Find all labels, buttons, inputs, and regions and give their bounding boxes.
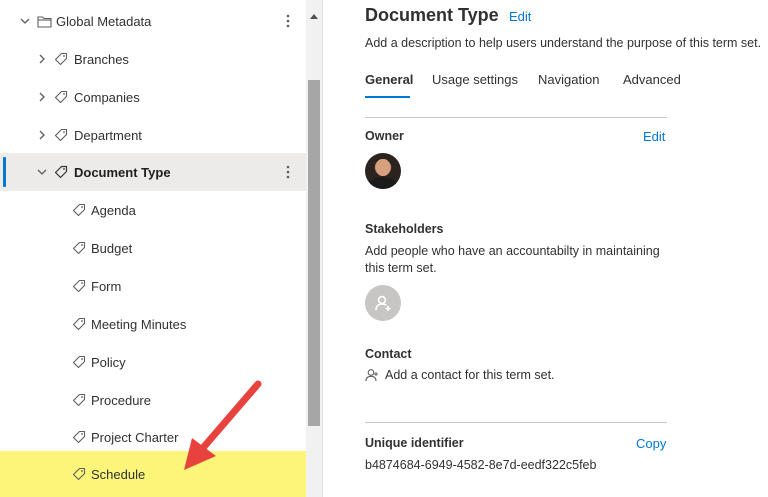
tree-item-label: Form <box>91 279 122 294</box>
tag-icon <box>71 240 87 256</box>
tree-scrollbar[interactable] <box>306 0 322 497</box>
tree-item-label: Document Type <box>74 165 171 180</box>
tree-item-global-metadata[interactable]: Global Metadata <box>0 2 306 40</box>
tree-item-label: Procedure <box>91 393 151 408</box>
edit-title-link[interactable]: Edit <box>509 9 531 24</box>
tree-item-branches[interactable]: Branches <box>0 40 306 78</box>
tree-item-procedure[interactable]: Procedure <box>0 381 306 419</box>
add-contact-label: Add a contact for this term set. <box>385 368 555 382</box>
chevron-right-icon[interactable] <box>35 128 49 142</box>
unique-identifier-heading: Unique identifier <box>365 436 464 450</box>
tab-usage-settings[interactable]: Usage settings <box>432 72 518 87</box>
add-contact-button[interactable]: Add a contact for this term set. <box>365 368 555 382</box>
unique-identifier-value: b4874684-6949-4582-8e7d-eedf322c5feb <box>365 458 597 472</box>
tree-item-label: Budget <box>91 241 133 256</box>
chevron-right-icon[interactable] <box>35 52 49 66</box>
tree-item-form[interactable]: Form <box>0 267 306 305</box>
add-stakeholder-button[interactable] <box>365 285 401 321</box>
tag-icon <box>71 392 87 408</box>
tree-item-policy[interactable]: Policy <box>0 343 306 381</box>
stakeholders-heading: Stakeholders <box>365 222 444 236</box>
folder-icon <box>36 13 52 29</box>
tree-item-schedule[interactable]: Schedule <box>0 451 306 497</box>
tree-item-department[interactable]: Department <box>0 116 306 154</box>
more-options-icon[interactable] <box>281 11 295 31</box>
page-title: Document Type <box>365 5 499 25</box>
term-set-description: Add a description to help users understa… <box>365 36 762 50</box>
term-set-details: Document Type Edit Add a description to … <box>323 0 768 497</box>
tree-item-companies[interactable]: Companies <box>0 78 306 116</box>
chevron-down-icon[interactable] <box>35 165 49 179</box>
selection-indicator <box>3 157 6 187</box>
contact-heading: Contact <box>365 347 412 361</box>
tree-item-label: Schedule <box>91 467 146 482</box>
tree-item-label: Branches <box>74 52 129 67</box>
term-store-tree: Global Metadata Branches Companies Depar… <box>0 0 306 497</box>
tag-icon <box>53 127 69 143</box>
person-icon <box>365 368 379 382</box>
tab-navigation[interactable]: Navigation <box>538 72 599 87</box>
scroll-up-arrow-icon[interactable] <box>310 14 318 19</box>
tree-item-budget[interactable]: Budget <box>0 229 306 267</box>
scrollbar-thumb[interactable] <box>308 80 320 426</box>
tag-icon <box>71 429 87 445</box>
tag-icon <box>71 354 87 370</box>
tree-item-label: Global Metadata <box>56 14 152 29</box>
tag-icon <box>53 51 69 67</box>
owner-heading: Owner <box>365 129 404 143</box>
tag-icon <box>53 164 69 180</box>
add-person-icon <box>375 295 391 311</box>
section-divider <box>365 422 667 423</box>
copy-identifier-link[interactable]: Copy <box>636 436 666 451</box>
tag-icon <box>71 278 87 294</box>
tree-item-label: Agenda <box>91 203 136 218</box>
stakeholders-description: Add people who have an accountabilty in … <box>365 244 660 275</box>
tag-icon <box>53 89 69 105</box>
avatar-face <box>376 159 390 176</box>
avatar-body <box>369 177 397 189</box>
chevron-right-icon[interactable] <box>35 90 49 104</box>
tree-item-agenda[interactable]: Agenda <box>0 191 306 229</box>
tag-icon <box>71 466 87 482</box>
section-divider <box>365 117 667 118</box>
chevron-down-icon[interactable] <box>18 14 32 28</box>
tree-item-label: Companies <box>74 90 140 105</box>
tree-item-meeting-minutes[interactable]: Meeting Minutes <box>0 305 306 343</box>
tree-item-label: Department <box>74 128 142 143</box>
active-tab-indicator <box>365 96 410 98</box>
tab-advanced[interactable]: Advanced <box>623 72 681 87</box>
more-options-icon[interactable] <box>281 162 295 182</box>
tree-item-document-type[interactable]: Document Type <box>0 153 306 191</box>
tag-icon <box>71 202 87 218</box>
tree-item-label: Policy <box>91 355 126 370</box>
owner-avatar[interactable] <box>365 153 401 189</box>
tree-item-label: Project Charter <box>91 430 179 445</box>
tab-general[interactable]: General <box>365 72 413 87</box>
tag-icon <box>71 316 87 332</box>
tree-item-label: Meeting Minutes <box>91 317 187 332</box>
edit-owner-link[interactable]: Edit <box>643 129 665 144</box>
